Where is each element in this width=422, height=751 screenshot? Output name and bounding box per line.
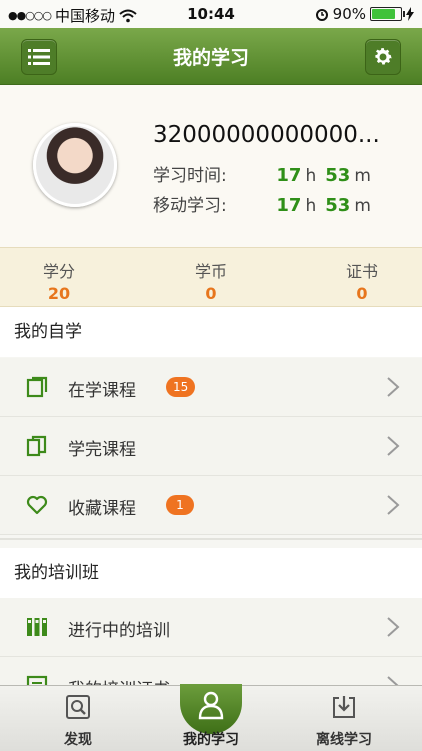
mobile-study-hours: 17 — [276, 195, 302, 216]
books-icon — [26, 435, 47, 457]
tab-discover[interactable]: 发现 — [8, 686, 148, 751]
stats-counters: 学分 20 学币 0 证书 0 — [0, 247, 422, 307]
section-divider — [0, 538, 422, 540]
download-icon — [333, 696, 355, 718]
mobile-study-row: 移动学习: 17 h 53 m — [153, 191, 380, 216]
credits-counter[interactable]: 学分 20 — [9, 258, 109, 303]
list-item-label: 学完课程 — [68, 440, 136, 460]
tab-label: 离线学习 — [316, 732, 372, 748]
chevron-right-icon — [387, 436, 400, 456]
tab-offline-study[interactable]: 离线学习 — [274, 686, 414, 751]
count-badge: 1 — [166, 495, 194, 515]
chevron-right-icon — [387, 495, 400, 515]
mobile-study-m-unit: m — [354, 196, 371, 216]
certificates-label: 证书 — [345, 262, 378, 281]
credits-value: 20 — [47, 284, 71, 303]
study-time-h-unit: h — [305, 166, 317, 186]
gear-icon — [375, 48, 392, 65]
coins-label: 学币 — [194, 262, 227, 281]
page-title: 我的学习 — [172, 47, 249, 69]
list-item-studying-courses[interactable]: 在学课程 15 — [0, 358, 422, 417]
tab-my-study[interactable]: 我的学习 — [141, 684, 281, 751]
study-time-label: 学习时间: — [153, 166, 227, 186]
coins-value: 0 — [205, 284, 217, 303]
book-icon — [26, 376, 48, 398]
list-item-label: 进行中的培训 — [68, 621, 170, 641]
battery-icon — [370, 7, 405, 21]
bars-icon — [27, 618, 47, 636]
section-title-self-study: 我的自学 — [0, 307, 422, 357]
count-badge: 15 — [166, 377, 196, 397]
status-bar: ●●○○○ 中国移动 10:44 90% — [0, 0, 422, 28]
charging-icon — [406, 7, 414, 21]
status-right: 90% — [315, 5, 414, 23]
navigation-bar: 我的学习 — [0, 28, 422, 85]
battery-percent: 90% — [332, 5, 366, 23]
list-item-completed-courses[interactable]: 学完课程 — [0, 417, 422, 476]
username: 32000000000000... — [153, 122, 380, 148]
study-time-row: 学习时间: 17 h 53 m — [153, 161, 380, 186]
study-time-hours: 17 — [276, 165, 302, 186]
study-time-minutes: 53 — [325, 165, 351, 186]
certificates-counter[interactable]: 证书 0 — [312, 258, 412, 303]
credits-label: 学分 — [42, 262, 75, 281]
list-item-ongoing-training[interactable]: 进行中的培训 — [0, 598, 422, 657]
person-icon — [198, 691, 224, 720]
section-title-training: 我的培训班 — [0, 548, 422, 598]
chevron-right-icon — [387, 377, 400, 397]
mobile-study-minutes: 53 — [325, 195, 351, 216]
coins-counter[interactable]: 学币 0 — [161, 258, 261, 303]
avatar[interactable] — [33, 123, 117, 207]
mobile-study-h-unit: h — [305, 196, 317, 216]
chevron-right-icon — [387, 617, 400, 637]
mobile-study-label: 移动学习: — [153, 196, 227, 216]
battery-fill — [372, 9, 396, 19]
list-item-label: 在学课程 — [68, 381, 136, 401]
study-time-m-unit: m — [354, 166, 371, 186]
certificates-value: 0 — [356, 284, 368, 303]
search-icon — [66, 695, 90, 719]
settings-button[interactable] — [365, 39, 401, 75]
profile-card: 32000000000000... 学习时间: 17 h 53 m 移动学习: 17 h… — [0, 85, 422, 247]
tab-bar: 发现 我的学习 离线学习 — [0, 684, 422, 751]
list-item-favorite-courses[interactable]: 收藏课程 1 — [0, 476, 422, 535]
heart-icon — [26, 495, 48, 515]
tab-label: 我的学习 — [183, 732, 239, 748]
list-item-label: 收藏课程 — [68, 499, 136, 519]
alarm-icon — [315, 9, 328, 21]
tab-label: 发现 — [64, 732, 92, 748]
